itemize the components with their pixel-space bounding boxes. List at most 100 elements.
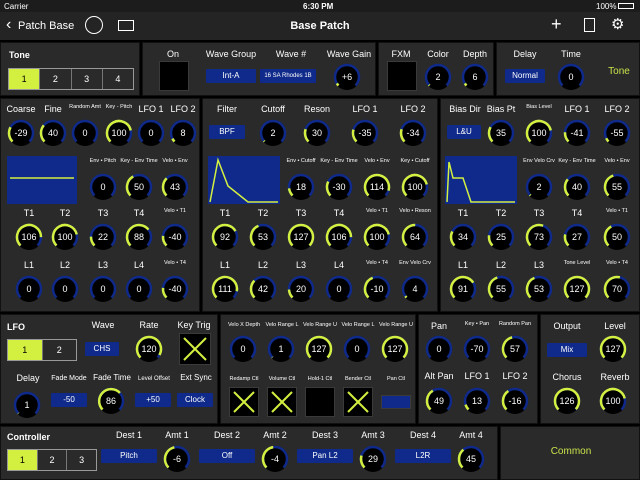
back-chevron-icon[interactable]: ‹ <box>6 16 11 34</box>
filter-type-button[interactable]: BPF <box>209 125 245 139</box>
filter-env-velo-crv-knob[interactable]: 4 <box>401 275 429 303</box>
velo-hold-1-ctl-toggle[interactable] <box>305 387 335 417</box>
pitch-velo-t4-knob[interactable]: -40 <box>161 275 189 303</box>
pitch-l4-knob[interactable]: 0 <box>125 275 153 303</box>
amt-1-knob[interactable]: -6 <box>163 445 191 473</box>
amp-lfo-1-knob[interactable]: -41 <box>563 119 591 147</box>
pan-alt-pan-knob[interactable]: 49 <box>425 387 453 415</box>
filter-envelope-display[interactable] <box>208 156 280 204</box>
filter-velo-t4-knob[interactable]: -10 <box>363 275 391 303</box>
ext-sync-button[interactable]: Clock <box>177 393 213 407</box>
tone-tab-1[interactable]: 1 <box>9 69 41 89</box>
amt-4-knob[interactable]: 45 <box>457 445 485 473</box>
amp-t2-knob[interactable]: 25 <box>487 223 515 251</box>
pan-lfo-1-knob[interactable]: 13 <box>463 387 491 415</box>
filter-t2-knob[interactable]: 53 <box>249 223 277 251</box>
pan-pan-knob[interactable]: 0 <box>425 335 453 363</box>
dest-1-button[interactable]: Pitch <box>101 449 157 463</box>
velo-pan-ctl-toggle[interactable] <box>381 395 411 409</box>
chorus-knob[interactable]: 126 <box>553 387 581 415</box>
pitch-t1-knob[interactable]: 106 <box>15 223 43 251</box>
wave-number-button[interactable]: 16 SA Rhodes 1B <box>260 69 316 83</box>
amp-t4-knob[interactable]: 27 <box>563 223 591 251</box>
controller-tab-3[interactable]: 3 <box>67 450 96 470</box>
keyboard-icon[interactable] <box>118 20 134 31</box>
amp-bias-pt-knob[interactable]: 35 <box>487 119 515 147</box>
depth-knob[interactable]: 6 <box>461 63 489 91</box>
amp-velo-t1-knob[interactable]: 50 <box>603 223 631 251</box>
level-offset-button[interactable]: +50 <box>135 393 171 407</box>
filter-l4-knob[interactable]: 0 <box>325 275 353 303</box>
gear-icon[interactable]: ⚙ <box>611 15 624 33</box>
velo-velo-x-depth-knob-0[interactable]: 0 <box>229 335 257 363</box>
filter-env-cutoff-knob[interactable]: 18 <box>287 173 315 201</box>
pitch-env-pitch-knob[interactable]: 0 <box>89 173 117 201</box>
lfo-tab-2[interactable]: 2 <box>43 340 77 360</box>
filter-lfo-1-knob[interactable]: -35 <box>351 119 379 147</box>
dest-4-button[interactable]: L2R <box>395 449 451 463</box>
amt-3-knob[interactable]: 29 <box>359 445 387 473</box>
dest-3-button[interactable]: Pan L2 <box>297 449 353 463</box>
wave-group-button[interactable]: Int-A <box>206 69 256 83</box>
amp-t1-knob[interactable]: 34 <box>449 223 477 251</box>
filter-key-cutoff-knob[interactable]: 100 <box>401 173 429 201</box>
pitch-l1-knob[interactable]: 0 <box>15 275 43 303</box>
common-button[interactable]: Common <box>501 447 640 457</box>
reverb-knob[interactable]: 100 <box>599 387 627 415</box>
amp-key-env-time-knob[interactable]: 40 <box>563 173 591 201</box>
pitch-l2-knob[interactable]: 0 <box>51 275 79 303</box>
pitch-velo-env-knob[interactable]: 43 <box>161 173 189 201</box>
pan-key-pan-knob[interactable]: -70 <box>463 335 491 363</box>
filter-t4-knob[interactable]: 106 <box>325 223 353 251</box>
filter-l3-knob[interactable]: 20 <box>287 275 315 303</box>
filter-cutoff-knob[interactable]: 2 <box>259 119 287 147</box>
output-button[interactable]: Mix <box>547 343 587 357</box>
lfo-rate-knob[interactable]: 120 <box>135 335 163 363</box>
filter-t3-knob[interactable]: 127 <box>287 223 315 251</box>
lfo-wave-button[interactable]: CHS <box>85 342 119 356</box>
pitch-lfo-2-knob[interactable]: 8 <box>169 119 197 147</box>
bias-dir-button[interactable]: L&U <box>447 125 481 139</box>
filter-key-env-time-knob[interactable]: -30 <box>325 173 353 201</box>
pan-random-pan-knob[interactable]: 57 <box>501 335 529 363</box>
midi-icon[interactable] <box>85 16 103 34</box>
amp-l1-knob[interactable]: 91 <box>449 275 477 303</box>
controller-tab-1[interactable]: 1 <box>8 450 38 470</box>
key-trig-toggle[interactable] <box>179 333 211 365</box>
pitch-coarse-knob[interactable]: -29 <box>7 119 35 147</box>
amp-t3-knob[interactable]: 73 <box>525 223 553 251</box>
level-knob[interactable]: 127 <box>599 335 627 363</box>
tone-tab-3[interactable]: 3 <box>72 69 103 89</box>
copy-icon[interactable] <box>584 18 595 32</box>
filter-velo-reson-knob[interactable]: 64 <box>401 223 429 251</box>
time-knob[interactable]: 0 <box>557 63 585 91</box>
filter-t1-knob[interactable]: 92 <box>211 223 239 251</box>
tone-button[interactable]: Tone <box>601 67 637 77</box>
controller-tab-2[interactable]: 2 <box>38 450 68 470</box>
amp-velo-env-knob[interactable]: 55 <box>603 173 631 201</box>
dest-2-button[interactable]: Off <box>199 449 255 463</box>
amt-2-knob[interactable]: -4 <box>261 445 289 473</box>
pitch-l3-knob[interactable]: 0 <box>89 275 117 303</box>
amp-lfo-2-knob[interactable]: -55 <box>603 119 631 147</box>
amp-l2-knob[interactable]: 55 <box>487 275 515 303</box>
pitch-t2-knob[interactable]: 100 <box>51 223 79 251</box>
fxm-toggle[interactable] <box>387 61 417 91</box>
velo-velo-range-l-knob-3[interactable]: 0 <box>343 335 371 363</box>
pan-lfo-2-knob[interactable]: -16 <box>501 387 529 415</box>
velo-velo-range-u-knob-2[interactable]: 127 <box>305 335 333 363</box>
pitch-velo-t1-knob[interactable]: -40 <box>161 223 189 251</box>
filter-velo-env-knob[interactable]: 114 <box>363 173 391 201</box>
amp-envelope-display[interactable] <box>445 156 517 204</box>
velo-velo-range-u-knob-4[interactable]: 127 <box>381 335 409 363</box>
velo-velo-range-l-knob-1[interactable]: 1 <box>267 335 295 363</box>
pitch-t3-knob[interactable]: 22 <box>89 223 117 251</box>
amp-bias-level-knob[interactable]: 100 <box>525 119 553 147</box>
pitch-key-pitch-knob[interactable]: 100 <box>105 119 133 147</box>
filter-velo-t1-knob[interactable]: 100 <box>363 223 391 251</box>
tone-tab-2[interactable]: 2 <box>40 69 72 89</box>
pitch-key-env-time-knob[interactable]: 50 <box>125 173 153 201</box>
pitch-fine-knob[interactable]: 40 <box>39 119 67 147</box>
velo-volume-ctl-toggle[interactable] <box>267 387 297 417</box>
filter-reson-knob[interactable]: 30 <box>303 119 331 147</box>
